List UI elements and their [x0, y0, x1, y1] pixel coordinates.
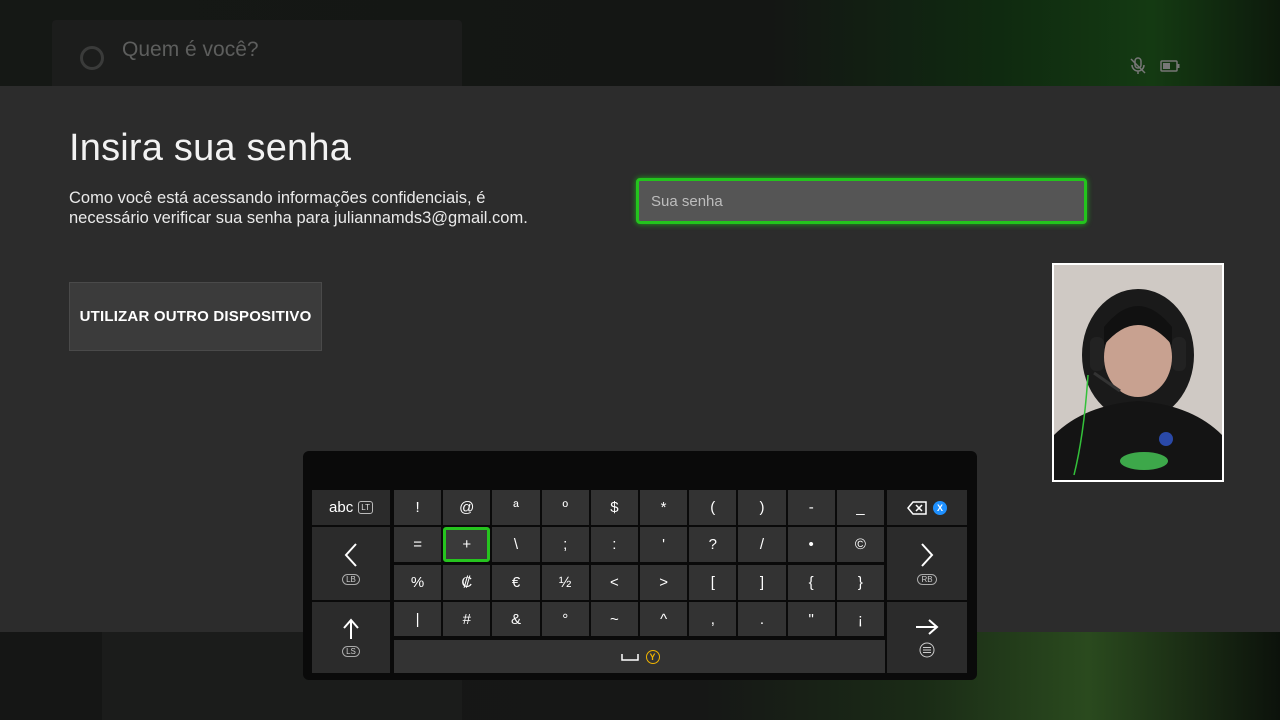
chevron-right-icon [921, 543, 934, 567]
key-row1-1[interactable]: @ [443, 490, 491, 525]
key-row4-8[interactable]: " [787, 602, 835, 636]
xbox-logo-icon [80, 46, 104, 70]
key-row3-4[interactable]: < [590, 565, 638, 600]
webcam-person-icon [1054, 265, 1222, 480]
key-row3-6[interactable]: [ [689, 565, 737, 600]
description-line-1: Como você está acessando informações con… [69, 189, 486, 207]
arrow-right-icon [916, 618, 939, 635]
key-row1-8[interactable]: - [787, 490, 835, 525]
dialog-description: Como você está acessando informações con… [69, 188, 589, 228]
key-row4-6[interactable]: , [689, 602, 737, 636]
key-row2-6[interactable]: ? [689, 527, 737, 562]
y-button-icon: Y [645, 649, 660, 664]
key-row3-9[interactable]: } [836, 565, 884, 600]
key-row1-6[interactable]: ( [689, 490, 737, 525]
on-screen-keyboard: abc LT LB LS X RB ! @ ª º $ *() - _ = + \;: '? / • ©% ₡… [303, 451, 977, 680]
battery-icon [1160, 60, 1180, 72]
key-row4-4[interactable]: ~ [590, 602, 638, 636]
backspace-icon [907, 500, 927, 515]
rb-badge-icon: RB [917, 574, 937, 585]
key-row1-5[interactable]: * [640, 490, 688, 525]
key-row2-9[interactable]: © [836, 527, 884, 562]
cursor-left-key[interactable]: LB [312, 527, 390, 600]
status-icons [1128, 56, 1180, 76]
key-row2-7[interactable]: / [738, 527, 786, 562]
webcam-overlay [1052, 263, 1224, 482]
background-title: Quem é você? [122, 38, 259, 61]
abc-mode-key[interactable]: abc LT [312, 490, 390, 525]
arrow-up-icon [343, 618, 359, 639]
enter-key[interactable] [887, 602, 967, 673]
key-row2-3[interactable]: ; [541, 527, 589, 562]
x-button-icon: X [933, 500, 947, 515]
lb-badge-icon: LB [342, 574, 360, 585]
key-row4-5[interactable]: ^ [640, 602, 688, 636]
mic-muted-icon [1130, 57, 1146, 74]
key-row4-3[interactable]: ° [541, 602, 589, 636]
key-row4-1[interactable]: # [443, 602, 491, 636]
key-row4-7[interactable]: . [738, 602, 786, 636]
shift-key[interactable]: LS [312, 602, 390, 673]
key-row4-0[interactable]: | [394, 602, 442, 636]
key-row1-3[interactable]: º [541, 490, 589, 525]
key-row1-0[interactable]: ! [394, 490, 442, 525]
menu-button-icon [919, 642, 935, 657]
abc-label: abc [329, 499, 354, 516]
chevron-left-icon [344, 543, 357, 567]
password-input[interactable] [639, 181, 1084, 221]
lt-badge-icon: LT [358, 501, 373, 514]
space-key[interactable]: Y [394, 640, 885, 673]
key-row3-1[interactable]: ₡ [443, 565, 491, 600]
key-row3-8[interactable]: { [787, 565, 835, 600]
key-row1-4[interactable]: $ [590, 490, 638, 525]
key-row3-2[interactable]: € [492, 565, 540, 600]
key-row2-5[interactable]: ' [640, 527, 688, 562]
key-row1-9[interactable]: _ [836, 490, 884, 525]
key-row3-0[interactable]: % [394, 565, 442, 600]
key-row2-8[interactable]: • [787, 527, 835, 562]
key-row3-3[interactable]: ½ [541, 565, 589, 600]
key-row1-7[interactable]: ) [738, 490, 786, 525]
dialog-title: Insira sua senha [69, 127, 352, 169]
key-row3-7[interactable]: ] [738, 565, 786, 600]
use-another-device-button[interactable]: UTILIZAR OUTRO DISPOSITIVO [69, 282, 322, 351]
key-row4-9[interactable]: ¡ [836, 602, 884, 636]
key-row2-2[interactable]: \ [492, 527, 540, 562]
description-line-2: necessário verificar sua senha para juli… [69, 209, 528, 227]
key-row1-2[interactable]: ª [492, 490, 540, 525]
ls-badge-icon: LS [342, 646, 360, 657]
space-icon [620, 653, 639, 661]
backspace-key[interactable]: X [887, 490, 967, 525]
cursor-right-key[interactable]: RB [887, 527, 967, 600]
key-row2-0[interactable]: = [394, 527, 442, 562]
password-field-container[interactable] [636, 178, 1087, 224]
key-row2-4[interactable]: : [590, 527, 638, 562]
webcam-image [1054, 265, 1222, 480]
key-row3-5[interactable]: > [640, 565, 688, 600]
key-row2-1[interactable]: + [443, 527, 491, 562]
key-row4-2[interactable]: & [492, 602, 540, 636]
